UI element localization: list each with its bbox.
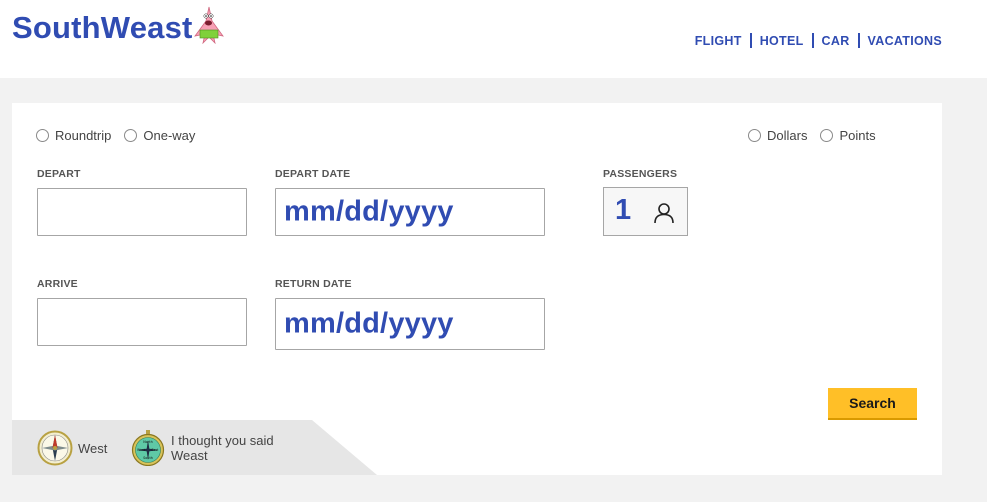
points-radio[interactable]: Points — [820, 128, 876, 143]
compass-east-text: East — [152, 448, 160, 452]
arrive-field[interactable] — [37, 298, 247, 346]
radio-circle[interactable] — [748, 129, 761, 142]
nav-flight[interactable]: FLIGHT — [695, 34, 742, 48]
depart-date-value[interactable]: mm/dd/yyyy — [284, 196, 454, 229]
roundtrip-label: Roundtrip — [55, 128, 112, 143]
nav-separator — [811, 33, 814, 48]
roundtrip-radio[interactable]: Roundtrip — [36, 128, 111, 143]
booking-form: Roundtrip One-way Dollars Points DEPART … — [12, 103, 942, 475]
currency-group: Dollars Points — [748, 128, 889, 143]
nav-hotel[interactable]: HOTEL — [760, 34, 804, 48]
passengers-selector[interactable]: 1 — [603, 187, 688, 236]
site-header: SouthWeast FLIGHT HOTEL CAR VACATIONS — [0, 0, 987, 78]
dollars-label: Dollars — [767, 128, 808, 143]
one-way-label: One-way — [143, 128, 196, 143]
return-date-label: RETURN DATE — [275, 278, 352, 290]
return-date-value[interactable]: mm/dd/yyyy — [284, 308, 454, 341]
nav-separator — [857, 33, 860, 48]
top-nav: FLIGHT HOTEL CAR VACATIONS — [695, 33, 942, 48]
logo-text: SouthWeast — [12, 10, 193, 45]
compass-west-text: West — [137, 448, 146, 452]
compass-icon — [37, 430, 73, 466]
west-label: West — [78, 440, 108, 456]
depart-input[interactable] — [38, 189, 246, 235]
weast-option[interactable]: North West East South I thought you said… — [130, 430, 274, 466]
west-option[interactable]: West — [37, 430, 107, 466]
points-label: Points — [839, 128, 876, 143]
weast-label-line2: Weast — [171, 448, 208, 463]
weast-compass-icon: North West East South — [131, 430, 165, 466]
return-date-field[interactable]: mm/dd/yyyy — [275, 298, 545, 350]
nav-separator — [749, 33, 752, 48]
passengers-count: 1 — [615, 194, 632, 226]
arrive-label: ARRIVE — [37, 278, 78, 290]
depart-date-field[interactable]: mm/dd/yyyy — [275, 188, 545, 236]
logo[interactable]: SouthWeast — [12, 6, 224, 48]
passengers-label: PASSENGERS — [603, 168, 678, 180]
arrive-input[interactable] — [38, 299, 246, 345]
weast-label: I thought you said Weast — [171, 433, 274, 463]
nav-car[interactable]: CAR — [822, 34, 850, 48]
compass-south-text: South — [143, 456, 153, 460]
compass-north-text: North — [143, 440, 152, 444]
radio-circle[interactable] — [820, 129, 834, 142]
starfish-mascot-icon — [193, 6, 224, 44]
depart-date-label: DEPART DATE — [275, 168, 351, 180]
weast-label-line1: I thought you said — [171, 433, 274, 448]
dollars-radio[interactable]: Dollars — [748, 128, 807, 143]
depart-field[interactable] — [37, 188, 247, 236]
radio-circle[interactable] — [124, 129, 138, 142]
search-button[interactable]: Search — [828, 388, 917, 420]
one-way-radio[interactable]: One-way — [124, 128, 195, 143]
nav-vacations[interactable]: VACATIONS — [868, 34, 942, 48]
person-icon — [654, 203, 674, 224]
radio-circle[interactable] — [36, 129, 49, 142]
trip-type-group: Roundtrip One-way — [36, 128, 208, 143]
depart-label: DEPART — [37, 168, 81, 180]
